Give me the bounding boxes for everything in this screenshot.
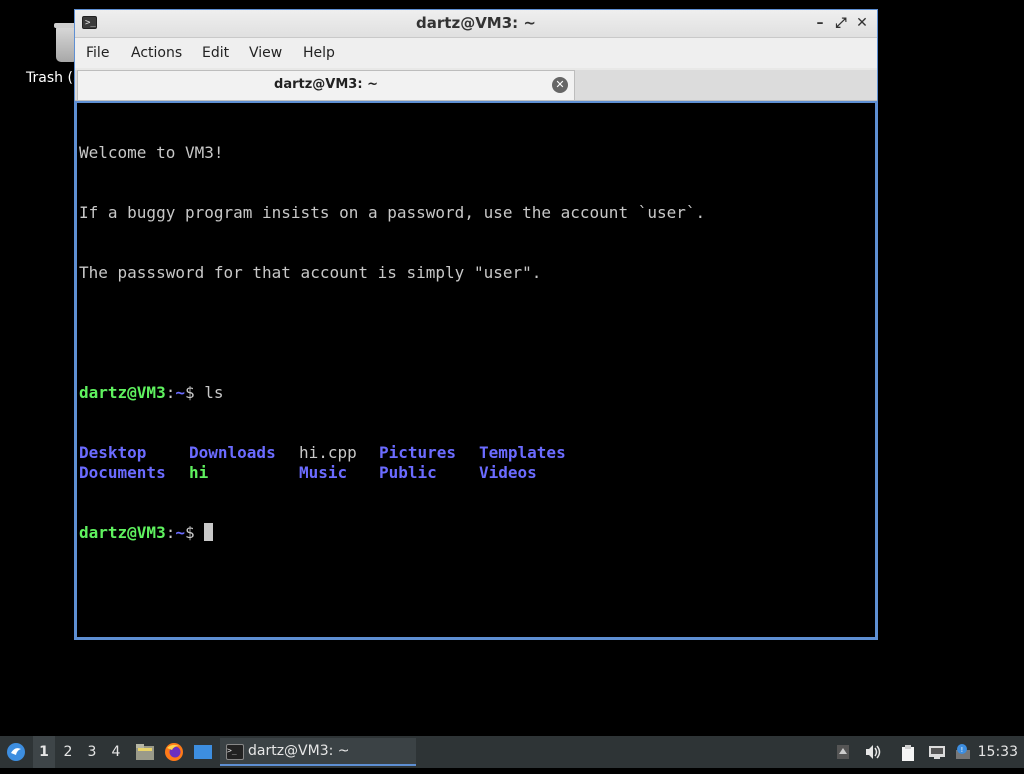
menu-file[interactable]: File xyxy=(86,45,109,61)
svg-text:!: ! xyxy=(961,746,964,754)
firefox-launcher[interactable] xyxy=(163,736,185,768)
workspace-1[interactable]: 1 xyxy=(33,736,55,768)
menu-help[interactable]: Help xyxy=(303,45,335,61)
tab-close-icon[interactable]: ✕ xyxy=(552,77,568,93)
ls-entry: Downloads xyxy=(189,443,276,462)
network-icon[interactable] xyxy=(928,744,946,760)
maximize-button[interactable]: ⤢ xyxy=(832,14,850,32)
close-button[interactable]: ✕ xyxy=(853,14,871,32)
workspace-3[interactable]: 3 xyxy=(81,736,103,768)
ls-entry: Music xyxy=(299,463,348,482)
ls-entry: Desktop xyxy=(79,443,147,462)
tab-bar: dartz@VM3: ~ ✕ xyxy=(75,70,877,101)
prompt-separator: : xyxy=(165,523,176,542)
file-manager-launcher[interactable] xyxy=(134,736,156,768)
prompt-separator: : xyxy=(165,383,176,402)
window-titlebar[interactable]: >_ dartz@VM3: ~ – ⤢ ✕ xyxy=(75,10,877,38)
desktop-icon xyxy=(194,745,212,759)
text-cursor xyxy=(204,523,214,541)
app-menu-icon xyxy=(7,743,25,761)
clock: 15:33 xyxy=(977,744,1018,760)
terminal-task-icon: >_ xyxy=(226,744,244,760)
ls-entry: hi.cpp xyxy=(299,443,357,462)
welcome-line: If a buggy program insists on a password… xyxy=(79,203,706,222)
volume-icon[interactable] xyxy=(864,744,882,760)
start-menu-button[interactable] xyxy=(4,736,28,768)
task-label: dartz@VM3: ~ xyxy=(248,743,350,759)
tab-title: dartz@VM3: ~ xyxy=(274,77,378,92)
active-prompt-line: dartz@VM3:~$ xyxy=(79,523,875,543)
prompt-path: ~ xyxy=(175,523,185,542)
prompt-symbol: $ xyxy=(184,383,205,402)
menu-edit[interactable]: Edit xyxy=(202,45,229,61)
menubar: File Actions Edit View Help xyxy=(75,38,877,68)
ls-entry: hi xyxy=(189,463,209,482)
window-title: dartz@VM3: ~ xyxy=(416,14,536,32)
clipboard-icon[interactable] xyxy=(900,744,918,761)
taskbar: 1 2 3 4 >_ dartz@VM3: ~ ! 15:33 xyxy=(0,736,1024,768)
menu-actions[interactable]: Actions xyxy=(131,45,182,61)
welcome-line: The passsword for that account is simply… xyxy=(79,263,542,282)
workspace-4[interactable]: 4 xyxy=(105,736,127,768)
ls-entry: Public xyxy=(379,463,437,482)
prompt-path: ~ xyxy=(175,383,185,402)
prompt-symbol: $ xyxy=(184,523,205,542)
tab-terminal[interactable]: dartz@VM3: ~ ✕ xyxy=(77,70,575,100)
menu-view[interactable]: View xyxy=(249,45,282,61)
file-manager-icon xyxy=(136,744,154,760)
ls-entry: Videos xyxy=(479,463,537,482)
workspace-2[interactable]: 2 xyxy=(57,736,79,768)
tray-arrow-icon[interactable] xyxy=(836,744,854,760)
terminal-window: >_ dartz@VM3: ~ – ⤢ ✕ File Actions Edit … xyxy=(74,9,878,640)
welcome-line: Welcome to VM3! xyxy=(79,143,224,162)
ls-entry: Templates xyxy=(479,443,566,462)
ls-entry: Documents xyxy=(79,463,166,482)
ls-entry: Pictures xyxy=(379,443,457,462)
minimize-button[interactable]: – xyxy=(811,14,829,32)
ls-output: Desktop Downloads hi.cpp Pictures Templa… xyxy=(79,443,875,483)
command-text: ls xyxy=(204,383,224,402)
prompt-user: dartz@VM3 xyxy=(79,383,166,402)
terminal-output[interactable]: Welcome to VM3! If a buggy program insis… xyxy=(75,101,877,639)
command-line: dartz@VM3:~$ ls xyxy=(79,383,875,403)
show-desktop-launcher[interactable] xyxy=(192,736,214,768)
notification-icon[interactable]: ! xyxy=(954,744,972,760)
taskbar-terminal-task[interactable]: >_ dartz@VM3: ~ xyxy=(220,738,416,766)
firefox-icon xyxy=(165,743,183,761)
